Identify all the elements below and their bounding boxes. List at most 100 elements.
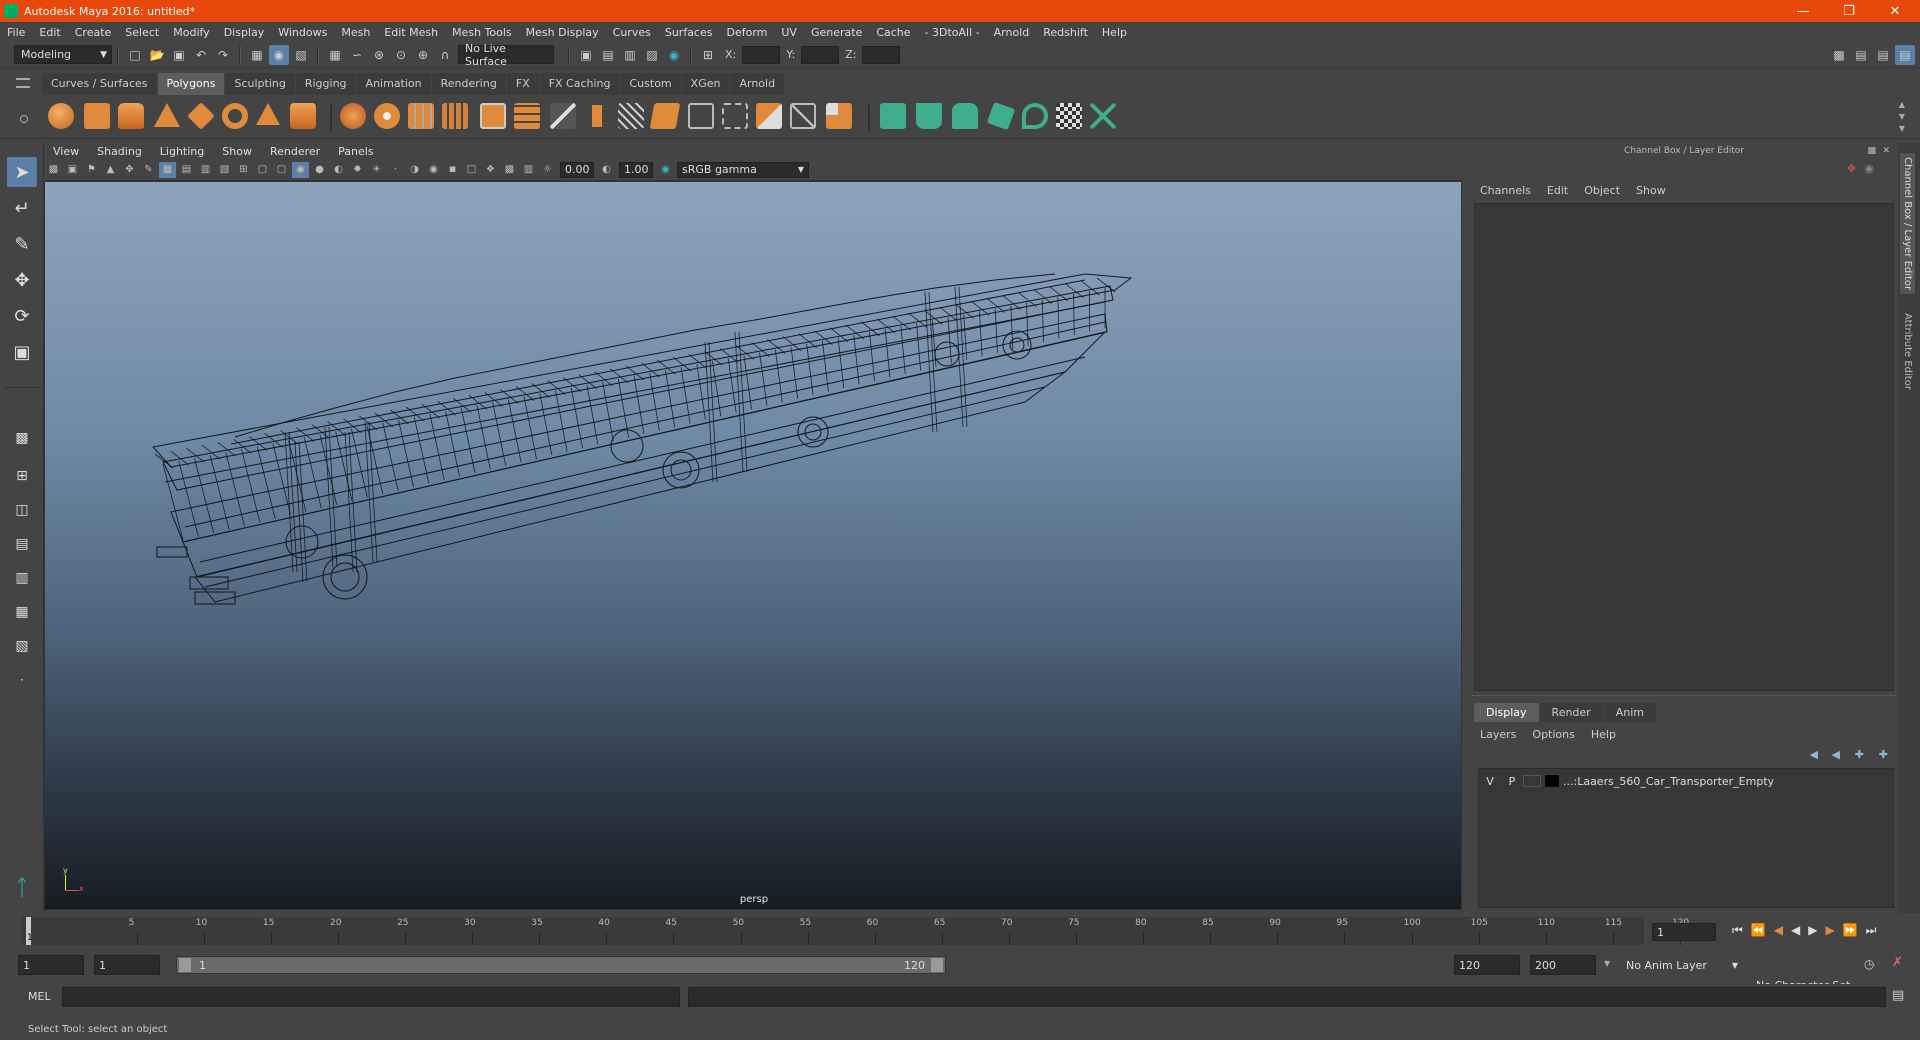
two-d-pan-zoom-icon[interactable]: ✥ [121, 162, 138, 178]
resolution-gate-icon[interactable]: ▥ [197, 162, 214, 178]
vp-menu-show[interactable]: Show [213, 145, 261, 158]
single-view-layout-icon[interactable]: ▩ [7, 423, 37, 453]
speed-icon[interactable]: ◉ [1864, 162, 1874, 175]
scene-end-field[interactable]: 200 [1530, 955, 1596, 975]
unfold-icon[interactable] [1022, 103, 1048, 129]
use-default-material-icon[interactable]: ☀ [368, 162, 385, 178]
vp-menu-lighting[interactable]: Lighting [151, 145, 213, 158]
tab-fx[interactable]: FX [506, 73, 539, 95]
tab-render[interactable]: Render [1539, 703, 1603, 722]
wireframe-icon[interactable]: ◉ [292, 161, 309, 178]
gamma-icon[interactable]: ◐ [598, 162, 615, 178]
smooth-icon[interactable] [442, 103, 468, 129]
script-editor-icon[interactable]: ▤ [1892, 988, 1904, 1003]
z-field[interactable] [862, 45, 901, 64]
undo-icon[interactable]: ↶ [191, 45, 211, 65]
menu-edit-mesh[interactable]: Edit Mesh [377, 26, 445, 39]
menu-surfaces[interactable]: Surfaces [658, 26, 720, 39]
outliner-layout-icon[interactable]: ▧ [7, 631, 37, 661]
shelf-scroll-icon[interactable]: ▲ ▼ ▼ [1896, 99, 1908, 135]
hud-icon[interactable]: ▥ [520, 162, 537, 178]
render-ipr-icon[interactable]: ▤ [598, 45, 618, 65]
smooth-shade-icon[interactable]: ● [311, 162, 328, 178]
tab-rigging[interactable]: Rigging [295, 73, 356, 95]
tab-anim[interactable]: Anim [1603, 703, 1656, 722]
snap-point-icon[interactable]: ⊛ [369, 45, 389, 65]
anim-layer-dropdown[interactable]: No Anim Layer ▼ [1620, 955, 1742, 975]
tab-rendering[interactable]: Rendering [431, 73, 506, 95]
menu-generate[interactable]: Generate [804, 26, 869, 39]
delete-edge-icon[interactable] [826, 103, 852, 129]
command-input[interactable] [62, 987, 680, 1007]
tab-xgen[interactable]: XGen [681, 73, 730, 95]
script-language-label[interactable]: MEL [28, 990, 51, 1003]
combine-icon[interactable] [340, 103, 366, 129]
bridge-icon[interactable] [514, 103, 540, 129]
manipulator-icon[interactable]: ✥ [1847, 162, 1856, 175]
xray-joints-icon[interactable]: ❖ [482, 162, 499, 178]
menu-mesh-display[interactable]: Mesh Display [519, 26, 606, 39]
menu-file[interactable]: File [0, 26, 32, 39]
automatic-map-icon[interactable] [986, 101, 1016, 131]
xray-active-icon[interactable]: ▩ [501, 162, 518, 178]
snap-magnet-icon[interactable]: ∩ [435, 45, 455, 65]
layer-row[interactable]: V P ...:Laaers_560_Car_Transporter_Empty [1479, 773, 1893, 789]
tab-fx-caching[interactable]: FX Caching [539, 73, 620, 95]
float-panel-icon[interactable]: ▩ [1867, 146, 1876, 156]
cb-menu-object[interactable]: Object [1576, 184, 1628, 197]
step-back-key-icon[interactable]: ⏪ [1751, 923, 1766, 938]
scale-tool-icon[interactable]: ▣ [7, 337, 37, 367]
step-forward-frame-icon[interactable]: ▶ [1825, 923, 1834, 938]
cb-menu-show[interactable]: Show [1628, 184, 1674, 197]
new-layer-selected-icon[interactable]: ✚ [1879, 748, 1888, 761]
redo-icon[interactable]: ↷ [213, 45, 233, 65]
poly-plane-icon[interactable] [187, 102, 215, 130]
close-icon[interactable]: ✕ [1872, 0, 1918, 22]
poly-cylinder-icon[interactable] [118, 103, 144, 129]
cut-uv-icon[interactable] [1090, 103, 1116, 129]
poly-cube-icon[interactable] [84, 103, 110, 129]
restore-icon[interactable]: ❐ [1826, 0, 1872, 22]
render-settings-icon[interactable]: ▥ [620, 45, 640, 65]
vp-menu-view[interactable]: View [44, 145, 88, 158]
layout-more-icon[interactable]: ⋅ [7, 665, 37, 695]
select-tool-icon[interactable]: ➤ [7, 157, 37, 187]
persp-outliner-layout-icon[interactable]: ▥ [7, 563, 37, 593]
wireframe-on-shaded-icon[interactable]: ◐ [330, 162, 347, 178]
range-start-handle[interactable] [179, 958, 191, 972]
cylindrical-map-icon[interactable] [952, 103, 978, 129]
channel-box-area[interactable] [1474, 203, 1894, 691]
checker-map-icon[interactable] [1056, 103, 1082, 129]
le-menu-help[interactable]: Help [1583, 728, 1624, 741]
playback-end-field[interactable]: 120 [1454, 955, 1520, 975]
play-forward-icon[interactable]: ▶ [1808, 923, 1817, 938]
current-frame-field[interactable]: 1 [1652, 923, 1716, 941]
multi-cut-icon[interactable] [550, 103, 576, 129]
menu-mesh[interactable]: Mesh [334, 26, 377, 39]
go-to-end-icon[interactable]: ⏭ [1866, 923, 1877, 938]
poly-pyramid-icon[interactable] [256, 103, 280, 125]
safe-action-icon[interactable]: ▢ [254, 162, 271, 178]
append-polygon-icon[interactable] [649, 103, 681, 129]
merge-icon[interactable] [722, 103, 748, 129]
shadows-icon[interactable]: ◑ [406, 162, 423, 178]
new-layer-icon[interactable]: ✚ [1855, 748, 1864, 761]
time-slider[interactable]: 1 5 10 15 20 25 30 35 40 45 50 55 60 65 70 75 80 85 90 95 1… [0, 913, 1920, 947]
collapse-icon[interactable] [790, 103, 816, 129]
gate-mask-icon[interactable]: ▧ [216, 162, 233, 178]
layer-playback-toggle[interactable]: P [1501, 775, 1523, 788]
menu-cache[interactable]: Cache [869, 26, 917, 39]
tab-custom[interactable]: Custom [620, 73, 681, 95]
move-layer-up-icon[interactable]: ◀ [1810, 748, 1818, 761]
move-tool-icon[interactable]: ✥ [7, 265, 37, 295]
menu-edit[interactable]: Edit [32, 26, 67, 39]
channel-box-toggle-icon[interactable]: ▤ [1895, 44, 1915, 65]
extract-icon[interactable] [408, 103, 434, 129]
go-to-start-icon[interactable]: ⏮ [1732, 923, 1743, 938]
perspective-viewport[interactable]: y x persp [44, 181, 1462, 910]
separate-icon[interactable] [374, 103, 400, 129]
hypershade-icon[interactable]: ▨ [642, 45, 662, 65]
render-frame-icon[interactable]: ▣ [576, 45, 596, 65]
lasso-tool-icon[interactable]: ↵ [7, 193, 37, 223]
tab-arnold[interactable]: Arnold [730, 73, 785, 95]
